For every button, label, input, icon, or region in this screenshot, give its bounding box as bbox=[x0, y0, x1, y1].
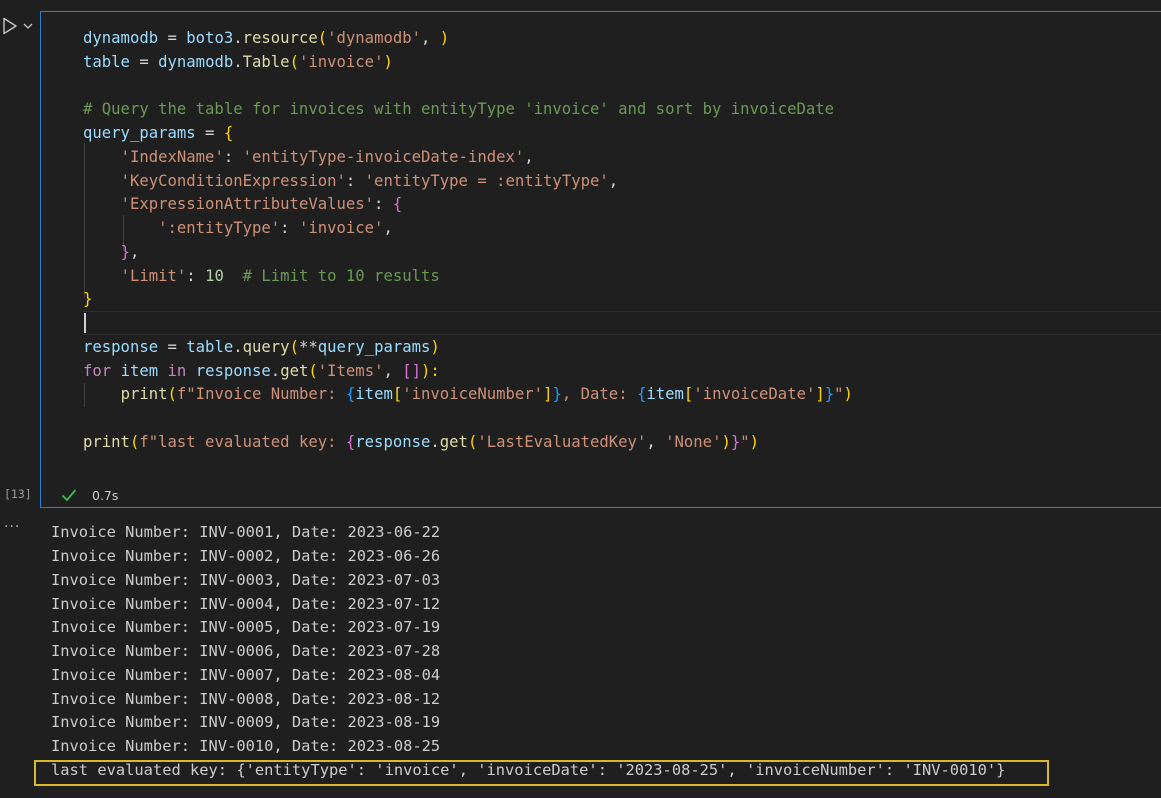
code-line: } bbox=[83, 290, 93, 308]
output-line: Invoice Number: INV-0010, Date: 2023-08-… bbox=[51, 737, 441, 755]
output-line: Invoice Number: INV-0008, Date: 2023-08-… bbox=[51, 690, 441, 708]
code-line: for item in response.get('Items', []): bbox=[83, 362, 440, 380]
output-line: Invoice Number: INV-0005, Date: 2023-07-… bbox=[51, 618, 441, 636]
output-line: Invoice Number: INV-0001, Date: 2023-06-… bbox=[51, 523, 441, 541]
output-line: Invoice Number: INV-0003, Date: 2023-07-… bbox=[51, 571, 441, 589]
code-line: print(f"last evaluated key: {response.ge… bbox=[83, 433, 760, 451]
code-line: dynamodb = boto3.resource('dynamodb', ) bbox=[83, 29, 450, 47]
code-line: table = dynamodb.Table('invoice') bbox=[83, 53, 393, 71]
code-line: 'ExpressionAttributeValues': { bbox=[120, 195, 403, 213]
execution-duration: 0.7s bbox=[92, 488, 119, 503]
highlight-annotation-box bbox=[34, 760, 1049, 786]
code-line: print(f"Invoice Number: {item['invoiceNu… bbox=[120, 385, 853, 403]
current-line-highlight bbox=[83, 311, 1161, 335]
output-line: Invoice Number: INV-0009, Date: 2023-08-… bbox=[51, 713, 441, 731]
text-cursor bbox=[84, 313, 86, 333]
code-cell[interactable]: dynamodb = boto3.resource('dynamodb', ) … bbox=[40, 11, 1161, 508]
code-line: 'KeyConditionExpression': 'entityType = … bbox=[120, 172, 619, 190]
code-editor[interactable]: dynamodb = boto3.resource('dynamodb', ) … bbox=[41, 12, 1161, 470]
output-line: Invoice Number: INV-0002, Date: 2023-06-… bbox=[51, 547, 441, 565]
output-more-actions-button[interactable]: ··· bbox=[4, 519, 20, 535]
cell-run-controls bbox=[0, 14, 40, 38]
run-cell-icon[interactable] bbox=[2, 17, 18, 35]
code-line: ':entityType': 'invoice', bbox=[158, 219, 393, 237]
code-line: query_params = { bbox=[83, 124, 234, 142]
output-line: Invoice Number: INV-0006, Date: 2023-07-… bbox=[51, 642, 441, 660]
chevron-down-icon[interactable] bbox=[22, 21, 34, 31]
code-line: 'IndexName': 'entityType-invoiceDate-ind… bbox=[120, 148, 534, 166]
code-line: 'Limit': 10 # Limit to 10 results bbox=[120, 267, 440, 285]
output-line: Invoice Number: INV-0007, Date: 2023-08-… bbox=[51, 666, 441, 684]
output-line: Invoice Number: INV-0004, Date: 2023-07-… bbox=[51, 595, 441, 613]
code-line: response = table.query(**query_params) bbox=[83, 338, 440, 356]
code-line: }, bbox=[120, 243, 140, 261]
execution-count: [13] bbox=[4, 487, 32, 501]
code-comment: # Query the table for invoices with enti… bbox=[83, 100, 835, 118]
check-icon bbox=[61, 489, 77, 502]
